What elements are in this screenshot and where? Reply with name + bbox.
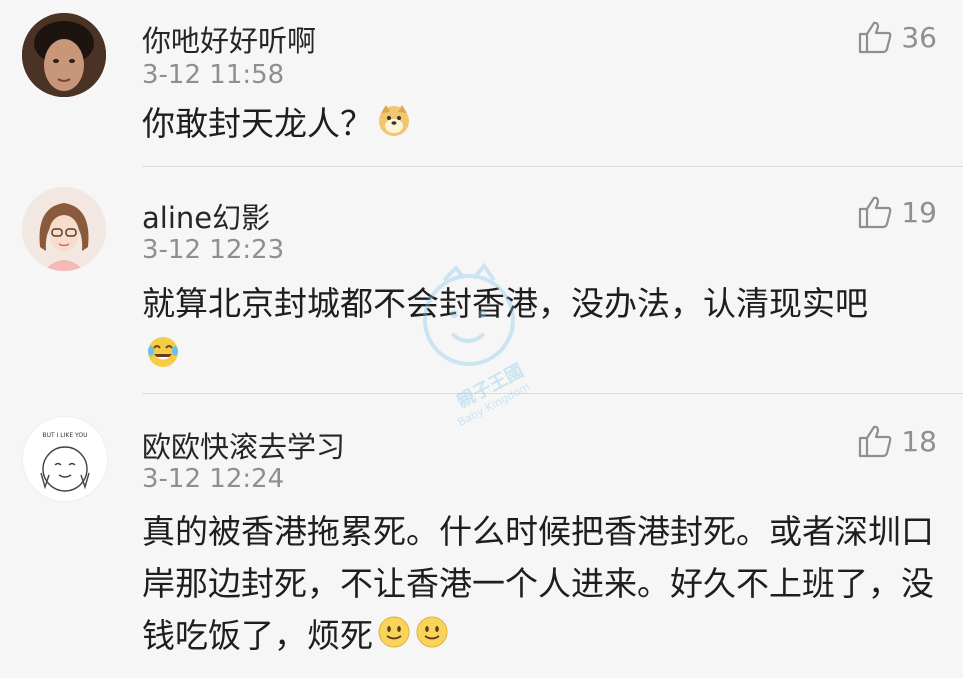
username[interactable]: 欧欧快滚去学习	[142, 424, 345, 466]
thumbs-up-icon	[857, 424, 893, 458]
like-button[interactable]: 36	[857, 20, 937, 54]
comment-item: BUT I LIKE YOU 欧欧快滚去学习 3-12 12:24 18 真的被…	[0, 394, 963, 678]
avatar-caption: BUT I LIKE YOU	[43, 432, 88, 439]
username[interactable]: aline幻影	[142, 195, 270, 237]
timestamp: 3-12 12:23	[142, 235, 285, 265]
comment-body: 真的被香港拖累死。什么时候把香港封死。或者深圳口岸那边封死，不让香港一个人进来。…	[142, 512, 934, 655]
comment-body: 你敢封天龙人？	[142, 104, 373, 143]
timestamp: 3-12 12:24	[142, 464, 285, 494]
timestamp: 3-12 11:58	[142, 60, 285, 90]
like-count: 19	[901, 195, 937, 229]
like-count: 36	[901, 20, 937, 54]
smile-emoji	[415, 612, 449, 664]
comment-item: aline幻影 3-12 12:23 19 就算北京封城都不会封香港，没办法，认…	[0, 167, 963, 393]
like-count: 18	[901, 424, 937, 458]
laugh-tears-emoji	[146, 332, 180, 384]
avatar[interactable]	[22, 13, 106, 97]
smile-emoji	[377, 612, 411, 664]
thumbs-up-icon	[857, 20, 893, 54]
comment-text: 真的被香港拖累死。什么时候把香港封死。或者深圳口岸那边封死，不让香港一个人进来。…	[142, 506, 937, 664]
comment-item: 你吔好好听啊 3-12 11:58 36 你敢封天龙人？	[0, 0, 963, 166]
comment-text: 你敢封天龙人？	[142, 98, 942, 152]
avatar[interactable]	[22, 187, 106, 271]
like-button[interactable]: 19	[857, 195, 937, 229]
avatar[interactable]: BUT I LIKE YOU	[22, 416, 108, 502]
comment-text: 就算北京封城都不会封香港，没办法，认清现实吧	[142, 278, 902, 384]
thumbs-up-icon	[857, 195, 893, 229]
doge-emoji	[377, 100, 411, 152]
like-button[interactable]: 18	[857, 424, 937, 458]
comment-body: 就算北京封城都不会封香港，没办法，认清现实吧	[142, 284, 868, 323]
username[interactable]: 你吔好好听啊	[142, 18, 316, 60]
